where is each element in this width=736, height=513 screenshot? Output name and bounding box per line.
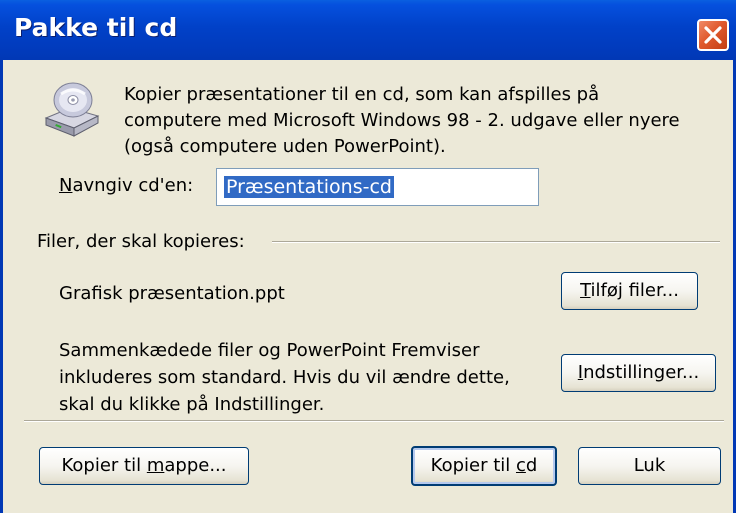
copy-to-folder-button[interactable]: Kopier til mappe... (39, 447, 249, 485)
files-section-label: Filer, der skal kopieres: (37, 231, 245, 252)
note-line: inkluderes som standard. Hvis du vil ænd… (59, 367, 510, 388)
intro-text: Kopier præsentationer til en cd, som kan… (124, 82, 724, 160)
add-files-button[interactable]: Tilføj filer... (561, 272, 698, 310)
note-line: skal du klikke på Indstillinger. (59, 394, 325, 415)
window-frame-left (0, 60, 3, 513)
intro-line: Kopier præsentationer til en cd, som kan… (124, 84, 600, 105)
close-window-button[interactable] (697, 19, 729, 51)
hotkey-letter: m (146, 455, 165, 476)
cd-name-input[interactable]: Præsentations-cd (216, 168, 539, 206)
window-title: Pakke til cd (14, 13, 178, 42)
hotkey-letter: N (59, 175, 73, 196)
hotkey-letter: c (515, 455, 526, 476)
close-icon (704, 26, 722, 44)
note-line: Sammenkædede filer og PowerPoint Fremvis… (59, 340, 480, 361)
file-list-item[interactable]: Grafisk præsentation.ppt (59, 283, 285, 304)
copy-cd-label: Kopier til (430, 455, 516, 476)
linked-files-note: Sammenkædede filer og PowerPoint Fremvis… (59, 337, 559, 418)
cd-name-label-text: avngiv cd'en: (72, 175, 194, 196)
add-files-label: ilføj filer... (590, 280, 679, 301)
copy-folder-label: Kopier til (61, 455, 147, 476)
title-bar[interactable]: Pakke til cd (0, 0, 736, 60)
cd-drive-icon (44, 82, 100, 137)
hotkey-letter: T (580, 280, 591, 301)
cd-name-label: Navngiv cd'en: (59, 175, 193, 196)
copy-to-cd-button[interactable]: Kopier til cd (411, 446, 557, 486)
footer-divider (24, 420, 724, 422)
intro-line: (også computere uden PowerPoint). (124, 136, 446, 157)
intro-line: computere med Microsoft Windows 98 - 2. … (124, 110, 680, 131)
cd-name-value: Præsentations-cd (224, 176, 394, 198)
section-divider (272, 241, 720, 243)
options-button[interactable]: Indstillinger... (561, 354, 716, 392)
copy-cd-label-rest: d (525, 455, 538, 476)
close-dialog-button[interactable]: Luk (578, 447, 721, 485)
copy-folder-label-rest: appe... (164, 455, 227, 476)
options-label: ndstillinger... (583, 362, 700, 383)
